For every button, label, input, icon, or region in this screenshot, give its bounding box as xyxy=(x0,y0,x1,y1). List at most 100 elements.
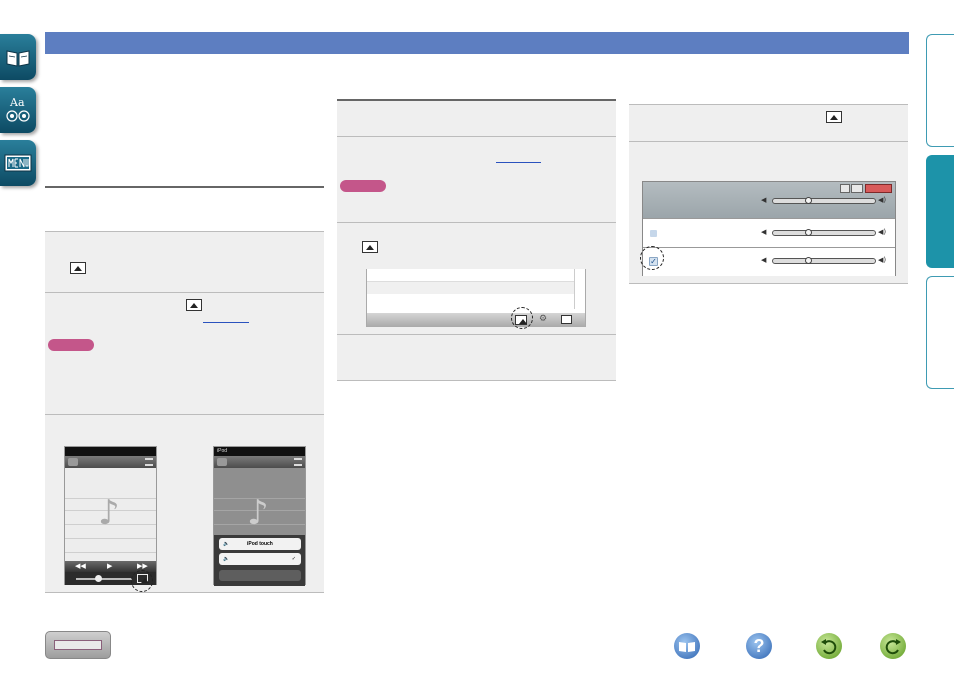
note-badge xyxy=(340,180,386,192)
speaker-low-icon: ◀ xyxy=(761,256,767,264)
speaker-row-receiver: ✓ ◀ ◀) xyxy=(643,248,895,276)
divider xyxy=(629,283,908,284)
gear-icon[interactable]: ⚙ xyxy=(539,314,547,324)
contents-tab[interactable] xyxy=(0,34,36,80)
status-label: iPod xyxy=(217,448,228,454)
cancel-button[interactable] xyxy=(219,570,301,581)
page-link[interactable] xyxy=(203,322,249,323)
glossary-icon: Aa xyxy=(6,96,30,122)
undo-arrow-icon xyxy=(821,639,837,655)
receiver-volume-slider[interactable] xyxy=(772,258,876,264)
music-note-icon: ♪ xyxy=(98,493,120,533)
column3-step-1 xyxy=(629,105,908,141)
menu-item-ipod-touch[interactable]: 🔈 iPod touch xyxy=(219,538,301,550)
volume-knob[interactable] xyxy=(95,575,102,582)
speaker-high-icon: ◀) xyxy=(878,228,887,236)
svg-text:Aa: Aa xyxy=(9,96,25,109)
speaker-low-icon: ◀ xyxy=(761,196,767,204)
column1-step-1 xyxy=(45,231,324,292)
column2-step-1 xyxy=(337,101,616,136)
column2-step-3: ⚙ xyxy=(337,223,616,334)
forward-page-icon[interactable] xyxy=(880,633,906,659)
computer-checkbox[interactable] xyxy=(650,230,657,237)
page-link[interactable] xyxy=(496,162,541,163)
airplay-icon xyxy=(362,241,378,253)
back-page-icon[interactable] xyxy=(816,633,842,659)
scrollbar[interactable] xyxy=(574,269,575,309)
airplay-icon xyxy=(70,262,86,274)
highlight-circle xyxy=(131,570,153,592)
minimize-icon[interactable] xyxy=(840,184,850,193)
divider xyxy=(337,380,616,381)
list-row xyxy=(367,294,574,307)
speaker-icon: 🔈 xyxy=(223,556,230,562)
column3-step-2: ◀ ◀) ◀ ◀) ✓ ◀ ◀) xyxy=(629,142,908,283)
speaker-row-computer: ◀ ◀) xyxy=(643,219,895,247)
computer-volume-slider[interactable] xyxy=(772,230,876,236)
manual-page: Aa ♪ ◀◀ ▶ ▶▶ iPod ♪ 🔈 iPod touch 🔈 ✓ ⚙ ◀… xyxy=(0,0,954,674)
column2-step-2 xyxy=(337,137,616,222)
ipod-screen-playback: ♪ ◀◀ ▶ ▶▶ xyxy=(64,446,157,592)
speaker-low-icon: ◀ xyxy=(761,228,767,236)
speaker-icon: 🔈 xyxy=(223,541,230,547)
close-icon[interactable] xyxy=(865,184,892,193)
menu-item-receiver[interactable]: 🔈 ✓ xyxy=(219,553,301,565)
contents-book-icon[interactable] xyxy=(674,633,700,659)
menu-icon xyxy=(4,154,32,172)
nav-bar xyxy=(214,456,305,468)
receiver-volume-knob[interactable] xyxy=(805,257,812,264)
book-icon xyxy=(679,642,695,652)
forward-icon[interactable]: ▶▶ xyxy=(137,562,148,570)
highlight-circle xyxy=(511,307,533,329)
airplay-icon xyxy=(826,111,842,123)
list-row xyxy=(367,269,574,282)
redo-arrow-icon xyxy=(885,639,901,655)
column2-step-4 xyxy=(337,335,616,380)
master-volume-knob[interactable] xyxy=(805,197,812,204)
list-icon[interactable] xyxy=(145,458,153,466)
help-glyph: ? xyxy=(753,636,765,656)
speaker-high-icon: ◀) xyxy=(878,256,887,264)
highlight-circle xyxy=(640,246,664,270)
window-icon[interactable] xyxy=(851,184,863,193)
back-icon[interactable] xyxy=(68,458,78,466)
airplay-menu-sheet: 🔈 iPod touch 🔈 ✓ xyxy=(214,535,305,586)
side-tab-2-active[interactable] xyxy=(926,155,954,268)
side-tab-3[interactable] xyxy=(926,276,954,389)
column1-heading-rule xyxy=(45,186,324,188)
dialog-header: ◀ ◀) xyxy=(643,182,895,218)
status-bar: iPod xyxy=(214,447,305,456)
note-badge xyxy=(48,339,94,351)
master-volume-slider[interactable] xyxy=(772,198,876,204)
list-icon[interactable] xyxy=(294,458,302,466)
side-tab-1[interactable] xyxy=(926,34,954,147)
itunes-window: ⚙ xyxy=(366,269,586,329)
computer-volume-knob[interactable] xyxy=(805,229,812,236)
section-header-bar xyxy=(45,32,909,54)
front-panel-button[interactable] xyxy=(45,631,111,659)
status-bar xyxy=(65,447,156,456)
divider xyxy=(45,592,324,593)
divider xyxy=(45,231,324,232)
menu-tab[interactable] xyxy=(0,140,36,186)
display-icon[interactable] xyxy=(561,315,572,324)
rewind-icon[interactable]: ◀◀ xyxy=(75,562,86,570)
glossary-tab[interactable]: Aa xyxy=(0,87,36,133)
back-icon[interactable] xyxy=(217,458,227,466)
column1-step-3: ♪ ◀◀ ▶ ▶▶ iPod ♪ 🔈 iPod touch 🔈 ✓ xyxy=(45,415,324,592)
music-note-icon: ♪ xyxy=(247,493,269,533)
ipod-screen-airplay-menu: iPod ♪ 🔈 iPod touch 🔈 ✓ xyxy=(213,446,306,586)
airplay-icon xyxy=(186,299,202,311)
checkmark-icon: ✓ xyxy=(291,556,296,562)
play-icon[interactable]: ▶ xyxy=(107,562,112,570)
itunes-bottom-bar: ⚙ xyxy=(367,313,585,327)
device-display xyxy=(54,640,102,650)
multiple-speakers-dialog: ◀ ◀) ◀ ◀) ✓ ◀ ◀) xyxy=(640,181,896,276)
speaker-high-icon: ◀) xyxy=(878,196,887,204)
volume-slider[interactable] xyxy=(76,578,132,580)
menu-item-label: iPod touch xyxy=(247,541,273,547)
list-row xyxy=(367,282,574,294)
book-icon xyxy=(6,50,30,67)
help-icon[interactable]: ? xyxy=(746,633,772,659)
column1-step-2 xyxy=(45,293,324,414)
